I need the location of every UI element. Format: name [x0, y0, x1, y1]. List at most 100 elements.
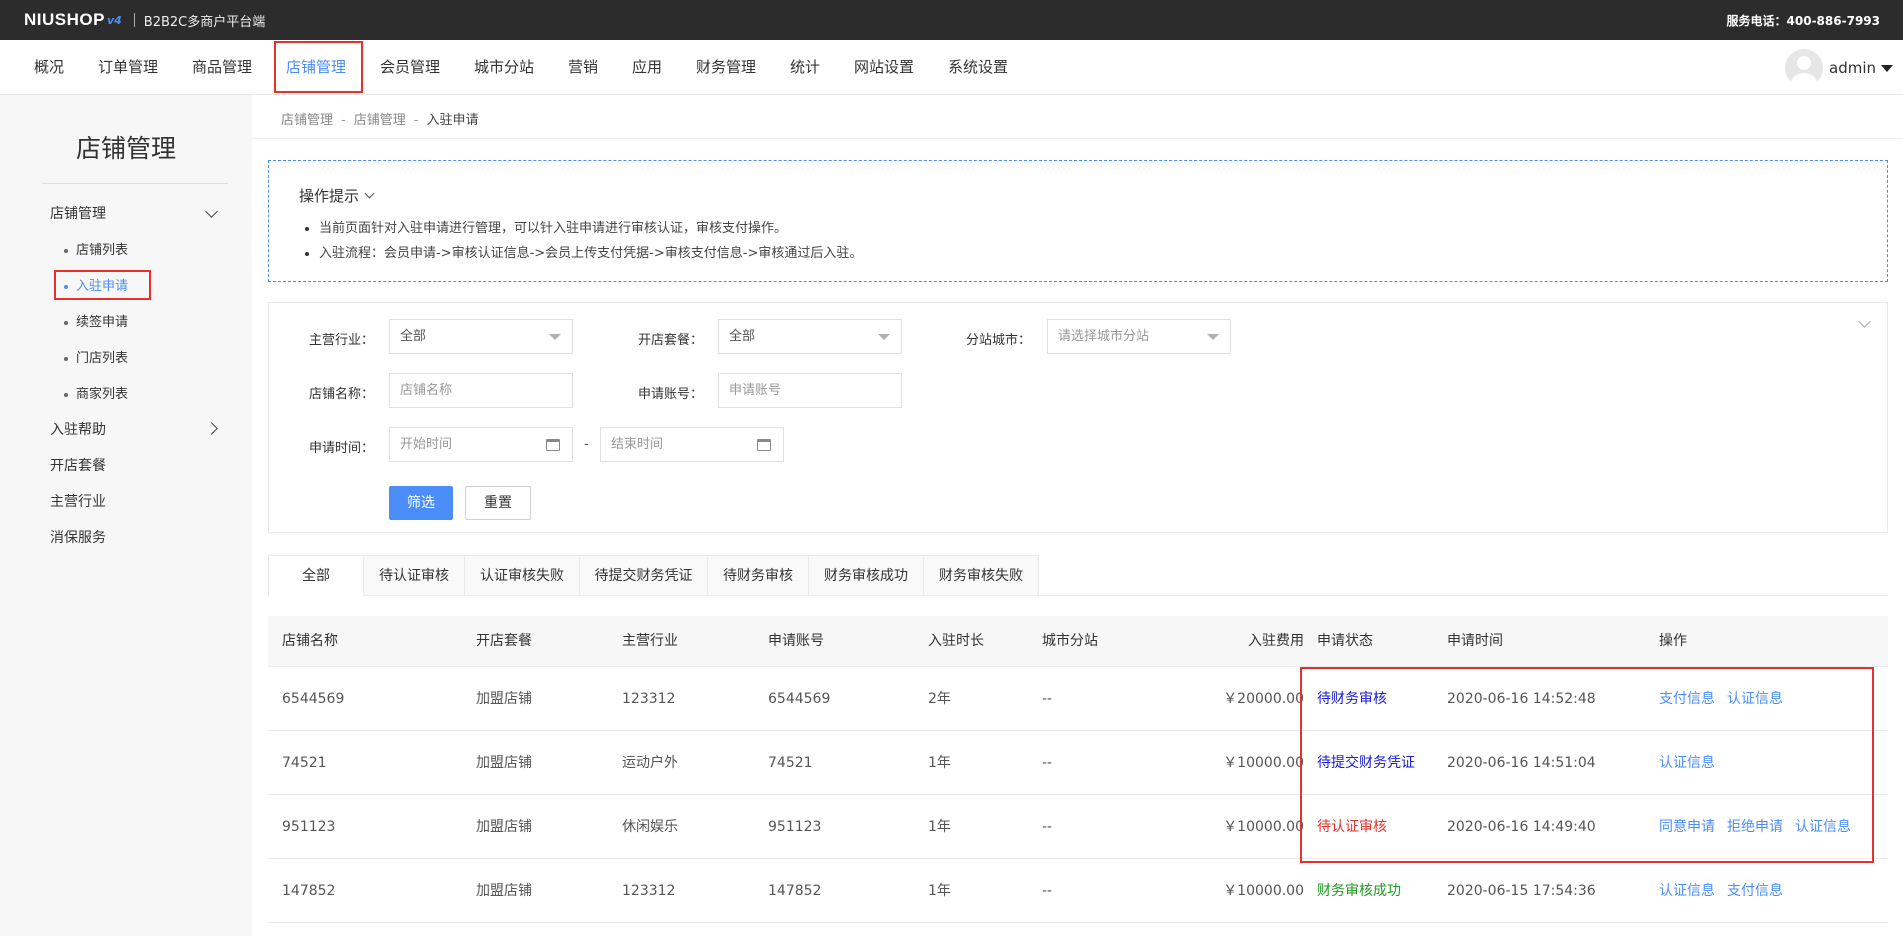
tab-pending-cert[interactable]: 待认证审核 [364, 555, 465, 596]
logo[interactable]: NIUSHOP [24, 10, 105, 30]
chevron-down-icon[interactable] [1858, 315, 1871, 328]
cell-shop-name: 147852 [282, 883, 336, 899]
industry-select[interactable]: 全部 [389, 319, 573, 354]
tab-finance-failed[interactable]: 财务审核失败 [924, 555, 1039, 596]
col-package: 开店套餐 [476, 633, 532, 649]
cell-status: 待认证审核 [1317, 819, 1387, 835]
cell-shop-name: 951123 [282, 819, 336, 835]
calendar-icon[interactable] [757, 439, 771, 451]
end-date-input[interactable]: 结束时间 [600, 427, 784, 462]
sidebar-item-stores[interactable]: 门店列表 [64, 347, 128, 366]
cell-package: 加盟店铺 [476, 755, 532, 771]
cell-city: -- [1042, 691, 1053, 707]
start-date-input[interactable]: 开始时间 [389, 427, 573, 462]
payment-info-link[interactable]: 支付信息 [1727, 883, 1783, 899]
bullet-icon [64, 392, 68, 397]
tips-title[interactable]: 操作提示 [299, 185, 375, 206]
cell-account: 147852 [768, 883, 822, 899]
sidebar-item-label: 续签申请 [76, 315, 129, 330]
nav-item-apps[interactable]: 应用 [632, 40, 662, 95]
tab-finance-success[interactable]: 财务审核成功 [809, 555, 924, 596]
user-name[interactable]: admin [1829, 59, 1876, 77]
sidebar-item-guarantee[interactable]: 消保服务 [50, 527, 106, 547]
sidebar-group-shops[interactable]: 店铺管理 [50, 203, 106, 223]
account-placeholder: 申请账号 [729, 383, 782, 398]
sidebar-item-packages[interactable]: 开店套餐 [50, 455, 106, 475]
platform-subtitle: B2B2C多商户平台端 [143, 14, 266, 30]
breadcrumb-item[interactable]: 店铺管理 [354, 113, 406, 128]
dropdown-arrow-icon [878, 334, 890, 340]
calendar-icon[interactable] [546, 439, 560, 451]
sidebar-item-label: 店铺列表 [76, 243, 129, 258]
cert-info-link[interactable]: 认证信息 [1795, 819, 1851, 835]
cell-fee: ￥10000.00 [1223, 883, 1304, 899]
shop-name-label: 店铺名称： [309, 387, 375, 402]
table-row: 147852 加盟店铺 123312 147852 1年 -- ￥10000.0… [268, 859, 1888, 923]
avatar[interactable] [1785, 49, 1823, 87]
breadcrumb-item[interactable]: 店铺管理 [281, 113, 333, 128]
nav-item-marketing[interactable]: 营销 [568, 40, 598, 95]
top-bar: NIUSHOP v4 B2B2C多商户平台端 服务电话：400-886-7993 [0, 0, 1903, 40]
city-select[interactable]: 请选择城市分站 [1047, 319, 1231, 354]
nav-item-overview[interactable]: 概况 [34, 40, 64, 95]
payment-info-link[interactable]: 支付信息 [1659, 691, 1715, 707]
nav-item-stats[interactable]: 统计 [790, 40, 820, 95]
cert-info-link[interactable]: 认证信息 [1727, 691, 1783, 707]
package-select[interactable]: 全部 [718, 319, 902, 354]
cell-duration: 1年 [928, 755, 951, 771]
approve-link[interactable]: 同意申请 [1659, 819, 1715, 835]
main-content: 店铺管理 - 店铺管理 - 入驻申请 操作提示 当前页面针对入驻申请进行管理，可以针入驻… [252, 95, 1903, 936]
service-phone: 服务电话：400-886-7993 [1726, 13, 1880, 28]
breadcrumb-current: 入驻申请 [426, 113, 479, 128]
nav-item-system-settings[interactable]: 系统设置 [948, 40, 1008, 95]
nav-item-orders[interactable]: 订单管理 [98, 40, 158, 95]
dropdown-arrow-icon [1207, 334, 1219, 340]
sidebar-item-shop-list[interactable]: 店铺列表 [64, 239, 128, 258]
filter-button[interactable]: 筛选 [389, 486, 453, 520]
cert-info-link[interactable]: 认证信息 [1659, 883, 1715, 899]
nav-item-products[interactable]: 商品管理 [192, 40, 252, 95]
sidebar-highlight-box [54, 270, 151, 300]
cert-info-link[interactable]: 认证信息 [1659, 755, 1715, 771]
sidebar-item-renewals[interactable]: 续签申请 [64, 311, 128, 330]
breadcrumb-sep: - [413, 113, 419, 128]
cell-status: 财务审核成功 [1317, 883, 1401, 899]
table-row: 951123 加盟店铺 休闲娱乐 951123 1年 -- ￥10000.00 … [268, 795, 1888, 859]
cell-industry: 休闲娱乐 [622, 819, 678, 835]
nav-item-finance[interactable]: 财务管理 [696, 40, 756, 95]
user-menu[interactable]: admin [1785, 49, 1893, 87]
cell-time: 2020-06-16 14:51:04 [1447, 755, 1596, 771]
cell-city: -- [1042, 883, 1053, 899]
bullet-icon [64, 320, 68, 325]
cell-time: 2020-06-15 17:54:36 [1447, 883, 1596, 899]
bullet-icon [64, 356, 68, 361]
tab-pending-voucher[interactable]: 待提交财务凭证 [580, 555, 708, 596]
sidebar-item-industries[interactable]: 主营行业 [50, 491, 106, 511]
reset-button[interactable]: 重置 [465, 486, 531, 520]
nav-item-members[interactable]: 会员管理 [380, 40, 440, 95]
reject-link[interactable]: 拒绝申请 [1727, 819, 1783, 835]
nav-item-site-settings[interactable]: 网站设置 [854, 40, 914, 95]
cell-package: 加盟店铺 [476, 691, 532, 707]
chevron-right-icon[interactable] [205, 422, 218, 435]
cell-account: 74521 [768, 755, 813, 771]
shop-name-input[interactable]: 店铺名称 [389, 373, 573, 408]
chevron-down-icon[interactable] [205, 205, 218, 218]
bullet-icon [305, 251, 309, 256]
cell-city: -- [1042, 755, 1053, 771]
package-label: 开店套餐： [638, 333, 704, 348]
tab-cert-failed[interactable]: 认证审核失败 [465, 555, 580, 596]
nav-item-city-sites[interactable]: 城市分站 [474, 40, 534, 95]
tab-pending-finance[interactable]: 待财务审核 [708, 555, 809, 596]
chevron-down-icon[interactable] [364, 188, 375, 199]
sidebar-item-merchants[interactable]: 商家列表 [64, 383, 128, 402]
caret-down-icon[interactable] [1881, 64, 1893, 72]
account-input[interactable]: 申请账号 [718, 373, 902, 408]
cell-account: 6544569 [768, 691, 831, 707]
cell-industry: 123312 [622, 691, 676, 707]
sidebar-title: 店铺管理 [75, 134, 176, 163]
tab-all[interactable]: 全部 [268, 555, 364, 597]
col-actions: 操作 [1659, 633, 1687, 649]
sidebar-item-settle-help[interactable]: 入驻帮助 [50, 419, 106, 439]
col-fee: 入驻费用 [1248, 633, 1304, 649]
